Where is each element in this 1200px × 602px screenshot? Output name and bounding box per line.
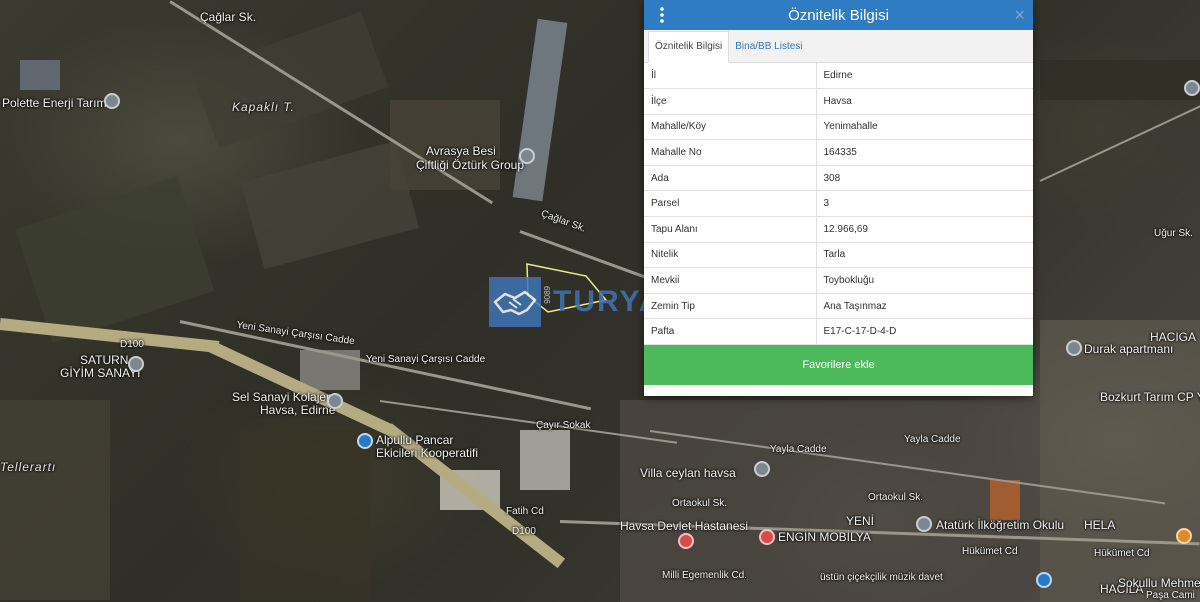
attr-key: Nitelik xyxy=(644,242,817,269)
attr-key: Parsel xyxy=(644,190,817,218)
attr-key: İl xyxy=(644,63,817,90)
table-row: Zemin Tip Ana Taşınmaz xyxy=(644,293,1033,320)
panel-title: Öznitelik Bilgisi xyxy=(788,6,889,24)
map-label: Hükümet Cd xyxy=(962,546,1018,557)
map-label: Alpullu Pancar xyxy=(376,433,454,447)
map-label: Hükümet Cd xyxy=(1094,548,1150,559)
attr-key: Tapu Alanı xyxy=(644,216,817,243)
map-shopping-pin-icon[interactable] xyxy=(1036,572,1052,588)
attr-value: Ana Taşınmaz xyxy=(816,293,1033,320)
close-icon[interactable]: × xyxy=(1014,2,1025,28)
menu-button[interactable] xyxy=(654,3,670,27)
map-label: Yayla Cadde xyxy=(770,444,827,455)
attr-key: Mahalle/Köy xyxy=(644,114,817,141)
map-pin-icon[interactable] xyxy=(916,516,932,532)
tab-attribute-info[interactable]: Öznitelik Bilgisi xyxy=(648,31,730,63)
attr-value: Yenimahalle xyxy=(816,114,1033,141)
map-label: Polette Enerji Tarım xyxy=(2,96,107,110)
vertical-dots-icon xyxy=(660,7,664,23)
map-label: Bozkurt Tarım CP Ye xyxy=(1100,390,1200,404)
map-label: Çayır Sokak xyxy=(536,420,591,431)
attr-value: Tarla xyxy=(816,242,1033,269)
map-label: Sokullu Mehmet xyxy=(1118,576,1200,590)
map-label: Tellerartı xyxy=(0,460,57,474)
map-shopping-pin-icon[interactable] xyxy=(357,433,373,449)
attr-key: Pafta xyxy=(644,318,817,346)
table-row: Nitelik Tarla xyxy=(644,242,1033,269)
table-row: Ada 308 xyxy=(644,165,1033,192)
attr-key: Mevkii xyxy=(644,267,817,294)
watermark-code: 9089 xyxy=(543,286,552,304)
map-label: Paşa Cami xyxy=(1146,590,1195,601)
map-pin-icon[interactable] xyxy=(128,356,144,372)
map-label: Ortaokul Sk. xyxy=(868,492,924,503)
map-label: YENİ xyxy=(846,514,875,528)
attr-value: Toybokluğu xyxy=(816,267,1033,294)
map-label: Çiftliği Öztürk Group xyxy=(416,158,525,172)
attr-key: Ada xyxy=(644,165,817,192)
store-pin-icon[interactable] xyxy=(759,529,775,545)
map-label: Yeni Sanayi Çarşısı Cadde xyxy=(366,354,486,365)
table-row: Pafta E17-C-17-D-4-D xyxy=(644,318,1033,346)
panel-header: Öznitelik Bilgisi × xyxy=(644,0,1033,30)
table-row: İl Edirne xyxy=(644,63,1033,90)
map-label: HELA xyxy=(1084,518,1116,532)
attr-value: 164335 xyxy=(816,139,1033,166)
table-row: Parsel 3 xyxy=(644,190,1033,218)
map-label: Atatürk İlköğretim Okulu xyxy=(936,518,1065,532)
map-label: SATURN xyxy=(80,353,129,367)
map-label: Villa ceylan havsa xyxy=(640,466,736,480)
tab-building-list[interactable]: Bina/BB Listesi xyxy=(729,32,808,62)
map-label: Ekicileri Kooperatifi xyxy=(376,446,479,460)
map-label: D100 xyxy=(512,526,536,537)
attr-key: Zemin Tip xyxy=(644,293,817,320)
table-row: Mevkii Toybokluğu xyxy=(644,267,1033,294)
attr-value: Edirne xyxy=(816,63,1033,90)
attr-value: E17-C-17-D-4-D xyxy=(816,318,1033,346)
hospital-pin-icon[interactable] xyxy=(678,533,694,549)
map-label: Kapaklı T. xyxy=(232,100,295,114)
map-label: Fatih Cd xyxy=(506,506,544,517)
map-pin-icon[interactable] xyxy=(1066,340,1082,356)
add-to-favorites-button[interactable]: Favorilere ekle xyxy=(644,345,1033,386)
map-pin-icon[interactable] xyxy=(1184,80,1200,96)
attr-key: Mahalle No xyxy=(644,139,817,166)
table-row: Tapu Alanı 12.966,69 xyxy=(644,216,1033,243)
map-label: Milli Egemenlik Cd. xyxy=(662,570,748,581)
map-label: Durak apartmanı xyxy=(1084,342,1174,356)
attr-value: 308 xyxy=(816,165,1033,192)
map-label: Avrasya Besi xyxy=(426,144,496,158)
map-pin-icon[interactable] xyxy=(327,393,343,409)
attribute-info-panel: Öznitelik Bilgisi × Öznitelik Bilgisi Bi… xyxy=(644,0,1033,396)
map-label: HACIGA xyxy=(1150,330,1197,344)
map-pin-icon[interactable] xyxy=(754,461,770,477)
attribute-table: İl Edirne İlçe Havsa Mahalle/Köy Yenimahall… xyxy=(644,63,1033,346)
attr-value: 12.966,69 xyxy=(816,216,1033,243)
map-label: üstün çiçekçilik müzik davet xyxy=(820,572,943,583)
panel-tabs: Öznitelik Bilgisi Bina/BB Listesi xyxy=(644,30,1033,63)
map-label: Havsa Devlet Hastanesi xyxy=(620,519,749,533)
map-label: Uğur Sk. xyxy=(1154,228,1193,239)
map-label: Ortaokul Sk. xyxy=(672,498,728,509)
map-label: Havsa, Edirne xyxy=(260,403,336,417)
attr-key: İlçe xyxy=(644,88,817,115)
attr-value: Havsa xyxy=(816,88,1033,115)
table-row: Mahalle No 164335 xyxy=(644,139,1033,166)
map-label: Sel Sanayi Kolajen xyxy=(232,390,333,404)
map-pin-icon[interactable] xyxy=(104,93,120,109)
restaurant-pin-icon[interactable] xyxy=(1176,528,1192,544)
map-label: ENGİN MOBİLYA xyxy=(778,530,871,544)
map-label: D100 xyxy=(120,339,144,350)
map-pin-icon[interactable] xyxy=(519,148,535,164)
handshake-icon xyxy=(489,277,541,327)
table-row: İlçe Havsa xyxy=(644,88,1033,115)
attr-value: 3 xyxy=(816,190,1033,218)
map-label: Çağlar Sk. xyxy=(200,10,257,24)
map-label: Yayla Cadde xyxy=(904,434,961,445)
table-row: Mahalle/Köy Yenimahalle xyxy=(644,114,1033,141)
